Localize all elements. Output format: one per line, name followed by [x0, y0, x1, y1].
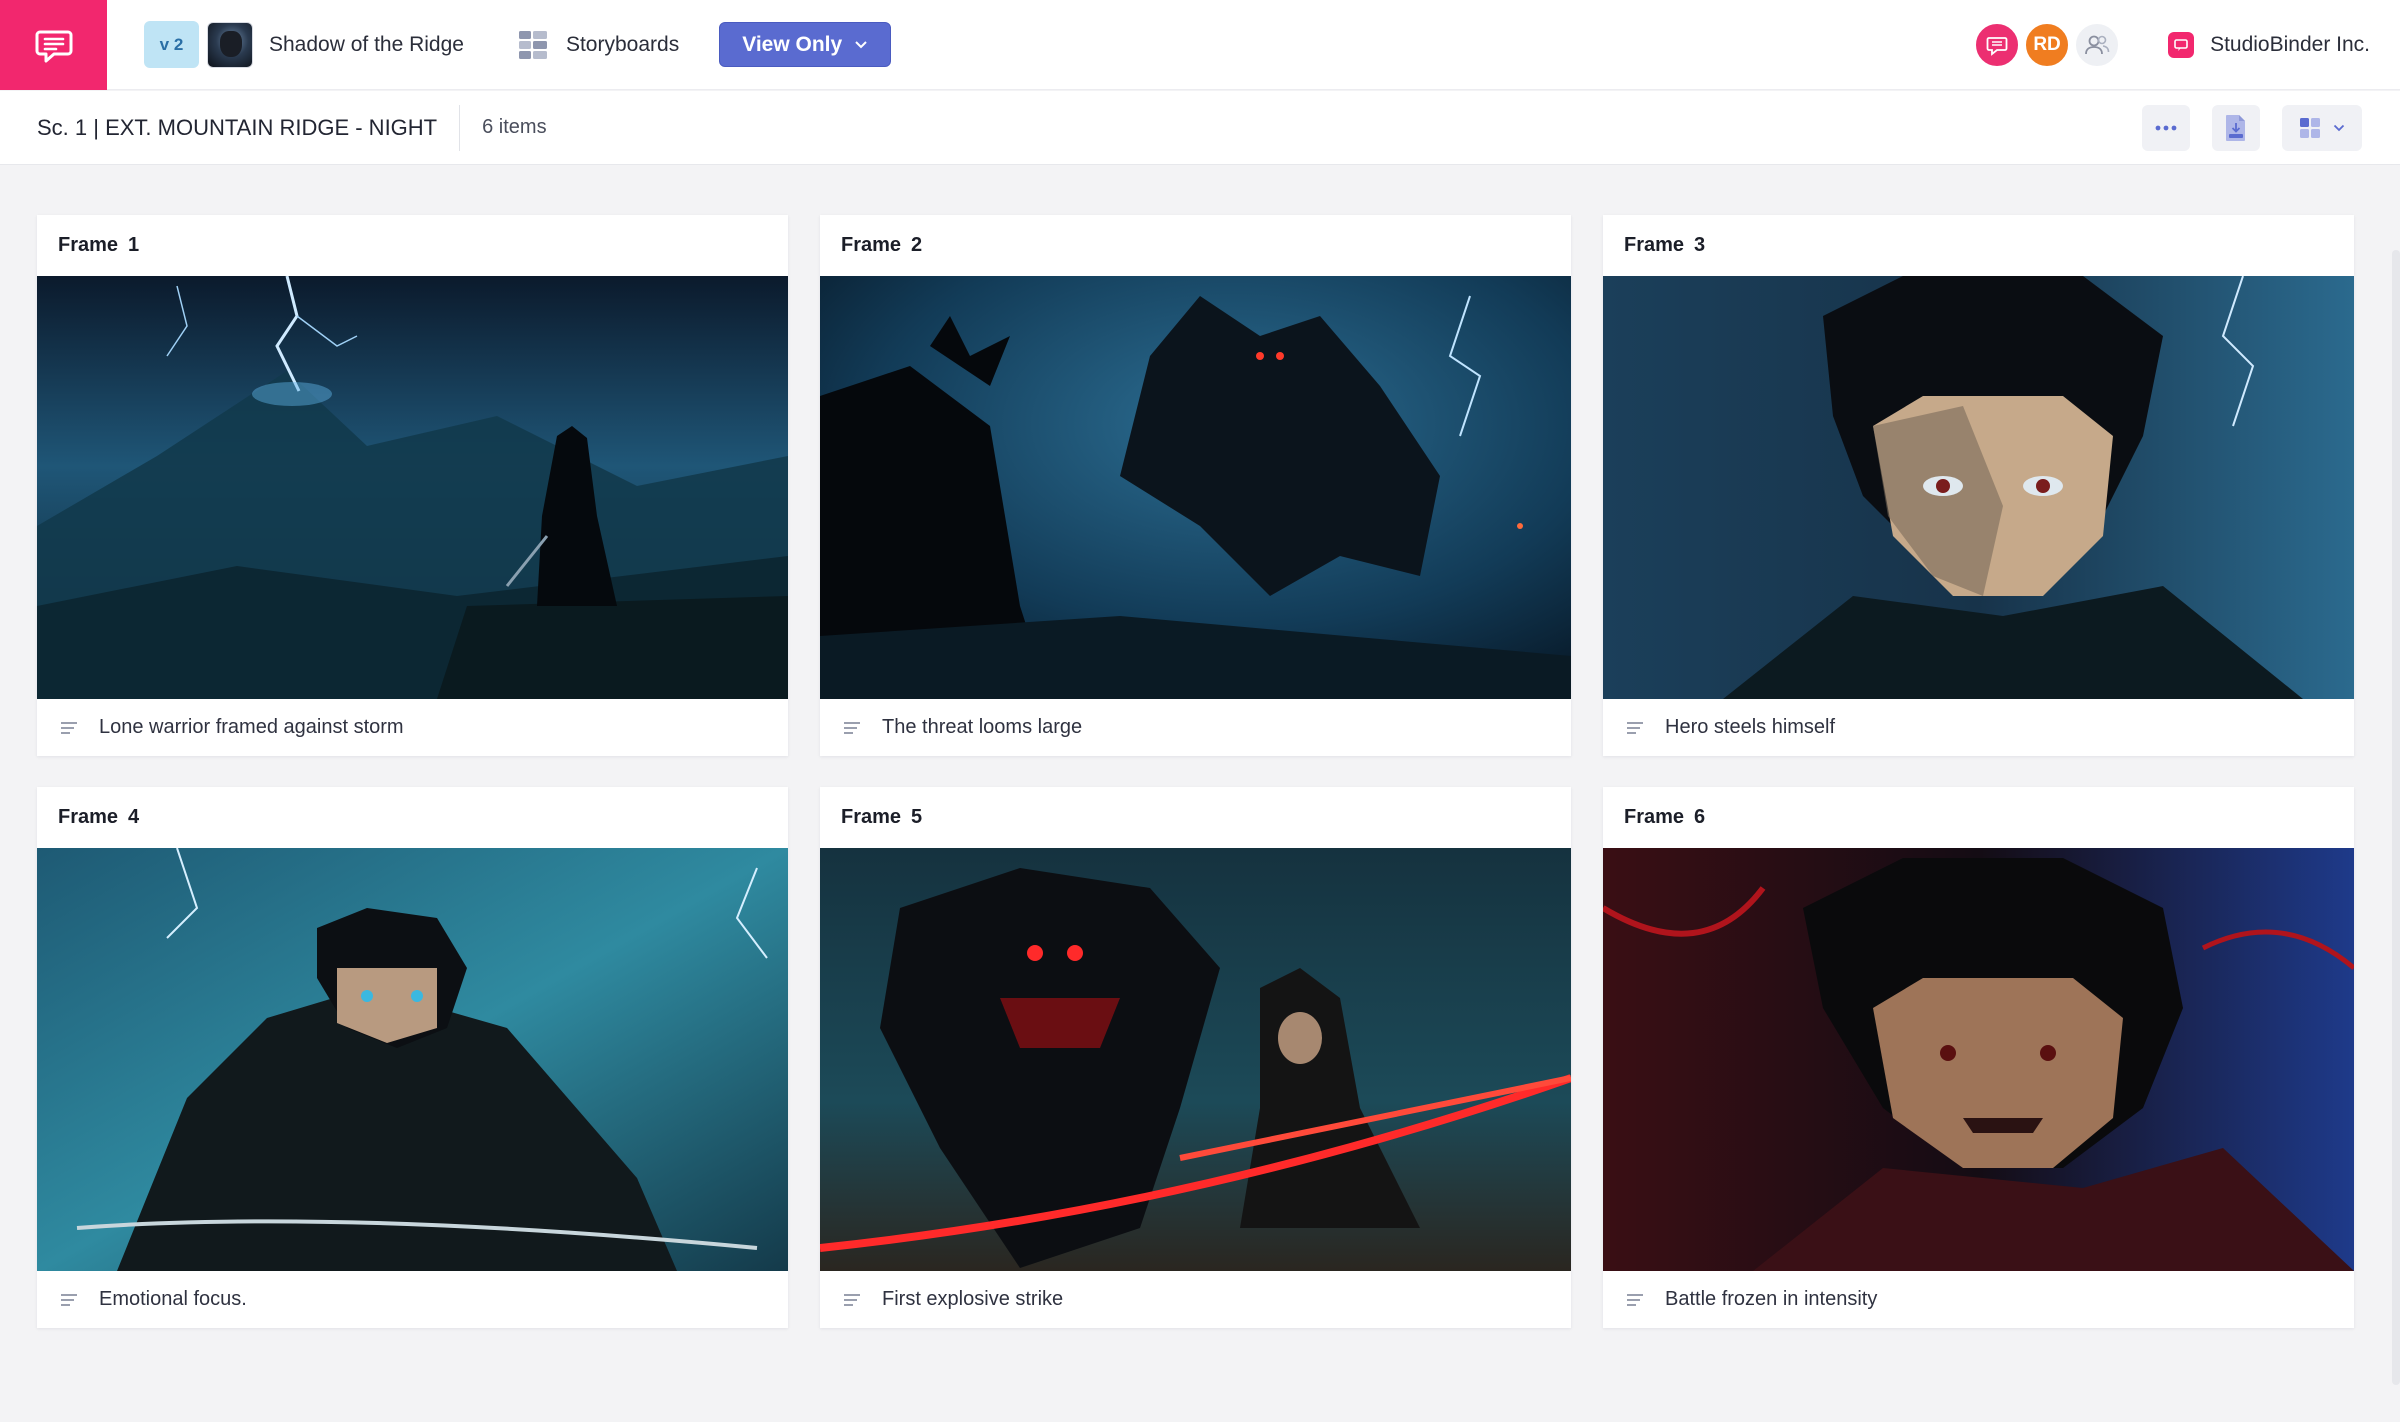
frame-number: 6: [1694, 806, 1706, 828]
text-lines-icon: [844, 1293, 860, 1306]
user-initials: RD: [2033, 34, 2061, 55]
chevron-down-icon: [2333, 124, 2345, 132]
section-label: Storyboards: [565, 32, 680, 56]
studiobinder-logo-icon[interactable]: [0, 0, 107, 90]
frame-caption: Lone warrior framed against storm: [99, 716, 404, 738]
text-lines-icon: [1627, 721, 1643, 734]
frame-number: 1: [128, 234, 140, 256]
org-logo-icon: [2168, 32, 2195, 58]
frame-title: Frame 1: [37, 215, 788, 276]
text-lines-icon: [1627, 1293, 1643, 1306]
frame-caption-row[interactable]: Emotional focus.: [37, 1271, 788, 1328]
frame-title: Frame 4: [37, 787, 788, 848]
frame-caption: First explosive strike: [882, 1288, 1064, 1310]
frame-caption-row[interactable]: The threat looms large: [820, 699, 1571, 756]
view-mode-dropdown[interactable]: View Only: [719, 22, 892, 67]
more-horizontal-icon: [2155, 125, 2177, 131]
frame-title: Frame 2: [820, 215, 1571, 276]
more-options-button[interactable]: [2142, 105, 2190, 151]
team-avatar[interactable]: [2074, 22, 2121, 68]
toolbar-divider: [459, 104, 461, 151]
storyboard-grid-icon: [518, 30, 547, 59]
frame-number: 3: [1694, 234, 1706, 256]
pdf-file-icon: [2226, 115, 2245, 141]
frame-image[interactable]: [1603, 848, 2354, 1271]
item-count: 6 items: [482, 116, 547, 138]
organization-switcher[interactable]: StudioBinder Inc.: [2168, 32, 2370, 58]
frame-card[interactable]: Frame 6 Battle frozen in intensity: [1603, 787, 2354, 1328]
people-icon: [2085, 35, 2110, 55]
frame-image[interactable]: [820, 848, 1571, 1271]
frame-title: Frame 5: [820, 787, 1571, 848]
frame-label: Frame: [1624, 806, 1685, 828]
frame-card[interactable]: Frame 2 The threat looms large: [820, 215, 1571, 756]
project-thumbnail[interactable]: [207, 21, 253, 68]
frame-caption-row[interactable]: Lone warrior framed against storm: [37, 699, 788, 756]
text-lines-icon: [61, 1293, 77, 1306]
frame-image[interactable]: [37, 848, 788, 1271]
view-mode-label: View Only: [742, 32, 843, 56]
chevron-down-icon: [855, 40, 867, 48]
frame-caption-row[interactable]: Hero steels himself: [1603, 699, 2354, 756]
frame-label: Frame: [841, 806, 902, 828]
org-name: StudioBinder Inc.: [2210, 33, 2370, 56]
frame-image[interactable]: [37, 276, 788, 699]
export-pdf-button[interactable]: [2212, 105, 2260, 151]
frame-image[interactable]: [1603, 276, 2354, 699]
text-lines-icon: [844, 721, 860, 734]
frame-title: Frame 6: [1603, 787, 2354, 848]
frame-image[interactable]: [820, 276, 1571, 699]
frame-number: 2: [911, 234, 923, 256]
top-bar: v 2 Shadow of the Ridge Storyboards View…: [0, 0, 2400, 90]
text-lines-icon: [61, 721, 77, 734]
frame-label: Frame: [58, 806, 119, 828]
frame-card[interactable]: Frame 5 First explosive strike: [820, 787, 1571, 1328]
frame-label: Frame: [841, 234, 902, 256]
comments-avatar[interactable]: [1974, 22, 2021, 68]
scene-toolbar: Sc. 1 | EXT. MOUNTAIN RIDGE - NIGHT 6 it…: [0, 91, 2400, 165]
frame-card[interactable]: Frame 1 Lone warrior framed against stor…: [37, 215, 788, 756]
user-avatar-rd[interactable]: RD: [2024, 22, 2071, 68]
frame-title: Frame 3: [1603, 215, 2354, 276]
scene-title: Sc. 1 | EXT. MOUNTAIN RIDGE - NIGHT: [37, 114, 438, 140]
section-link-storyboards[interactable]: Storyboards: [518, 30, 679, 60]
frame-caption: Hero steels himself: [1665, 716, 1836, 738]
frame-card[interactable]: Frame 4 Emotional focus.: [37, 787, 788, 1328]
frame-card[interactable]: Frame 3 Hero steels himself: [1603, 215, 2354, 756]
frame-number: 4: [128, 806, 140, 828]
layout-dropdown-button[interactable]: [2282, 105, 2362, 151]
project-name[interactable]: Shadow of the Ridge: [269, 33, 464, 57]
frame-caption: The threat looms large: [882, 716, 1083, 738]
frame-number: 5: [911, 806, 923, 828]
grid-layout-icon: [2300, 118, 2320, 138]
frame-caption-row[interactable]: First explosive strike: [820, 1271, 1571, 1328]
frame-label: Frame: [58, 234, 119, 256]
frame-caption: Emotional focus.: [99, 1288, 247, 1310]
version-badge[interactable]: v 2: [144, 21, 199, 68]
frame-caption-row[interactable]: Battle frozen in intensity: [1603, 1271, 2354, 1328]
comments-icon: [1986, 37, 2008, 56]
vertical-scrollbar[interactable]: [2392, 250, 2400, 1385]
storyboard-grid: Frame 1 Lone warrior framed against stor…: [37, 215, 2354, 1328]
frame-caption: Battle frozen in intensity: [1665, 1288, 1878, 1310]
frame-label: Frame: [1624, 234, 1685, 256]
